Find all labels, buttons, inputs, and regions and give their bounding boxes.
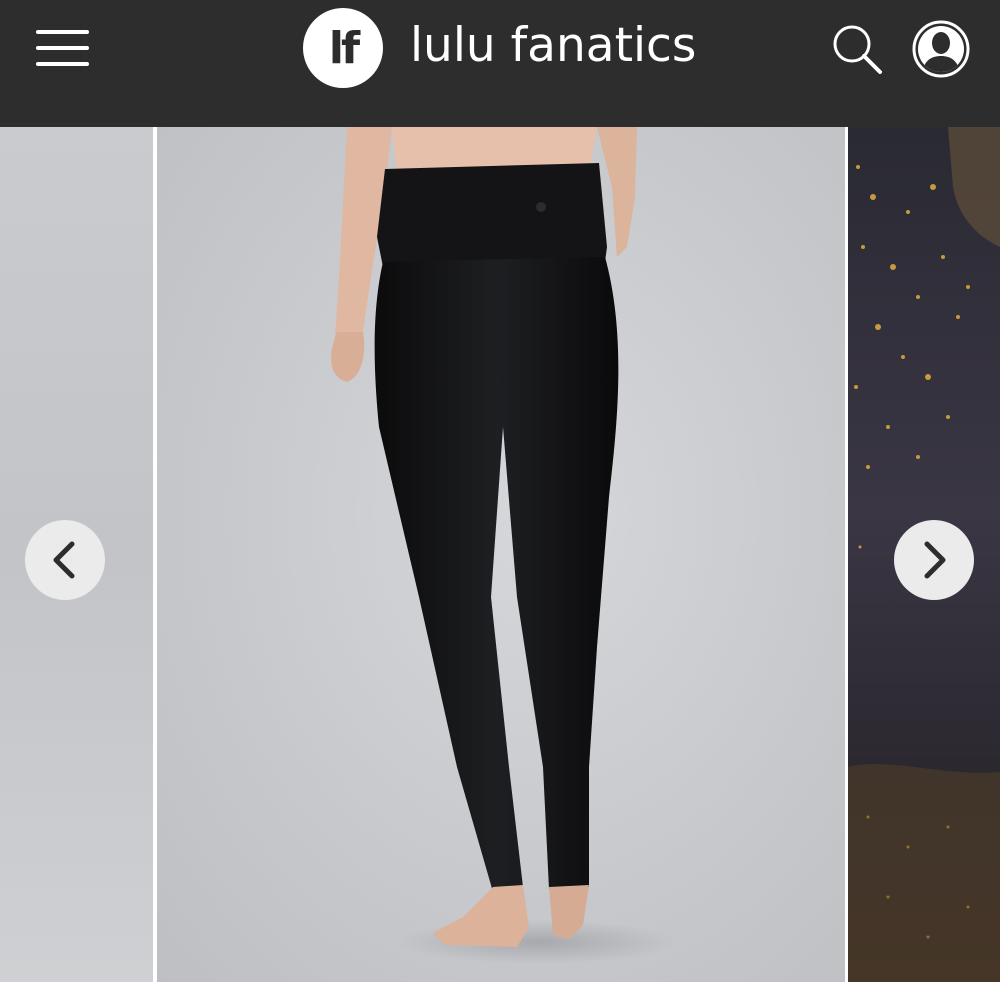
logo-text: lf [328, 22, 360, 74]
brand-name[interactable]: lulu fanatics [410, 14, 696, 78]
current-product-image [157, 127, 845, 982]
chevron-right-icon[interactable] [894, 520, 974, 600]
top-header: lf lulu fanatics [0, 0, 1000, 127]
chevron-left-icon[interactable] [25, 520, 105, 600]
black-leggings-photo [331, 127, 677, 964]
user-account-icon[interactable] [910, 18, 972, 80]
hamburger-menu-icon[interactable] [28, 22, 96, 72]
brand-logo[interactable]: lf [303, 8, 383, 88]
search-icon[interactable] [828, 20, 888, 80]
product-image-carousel [0, 127, 1000, 1000]
